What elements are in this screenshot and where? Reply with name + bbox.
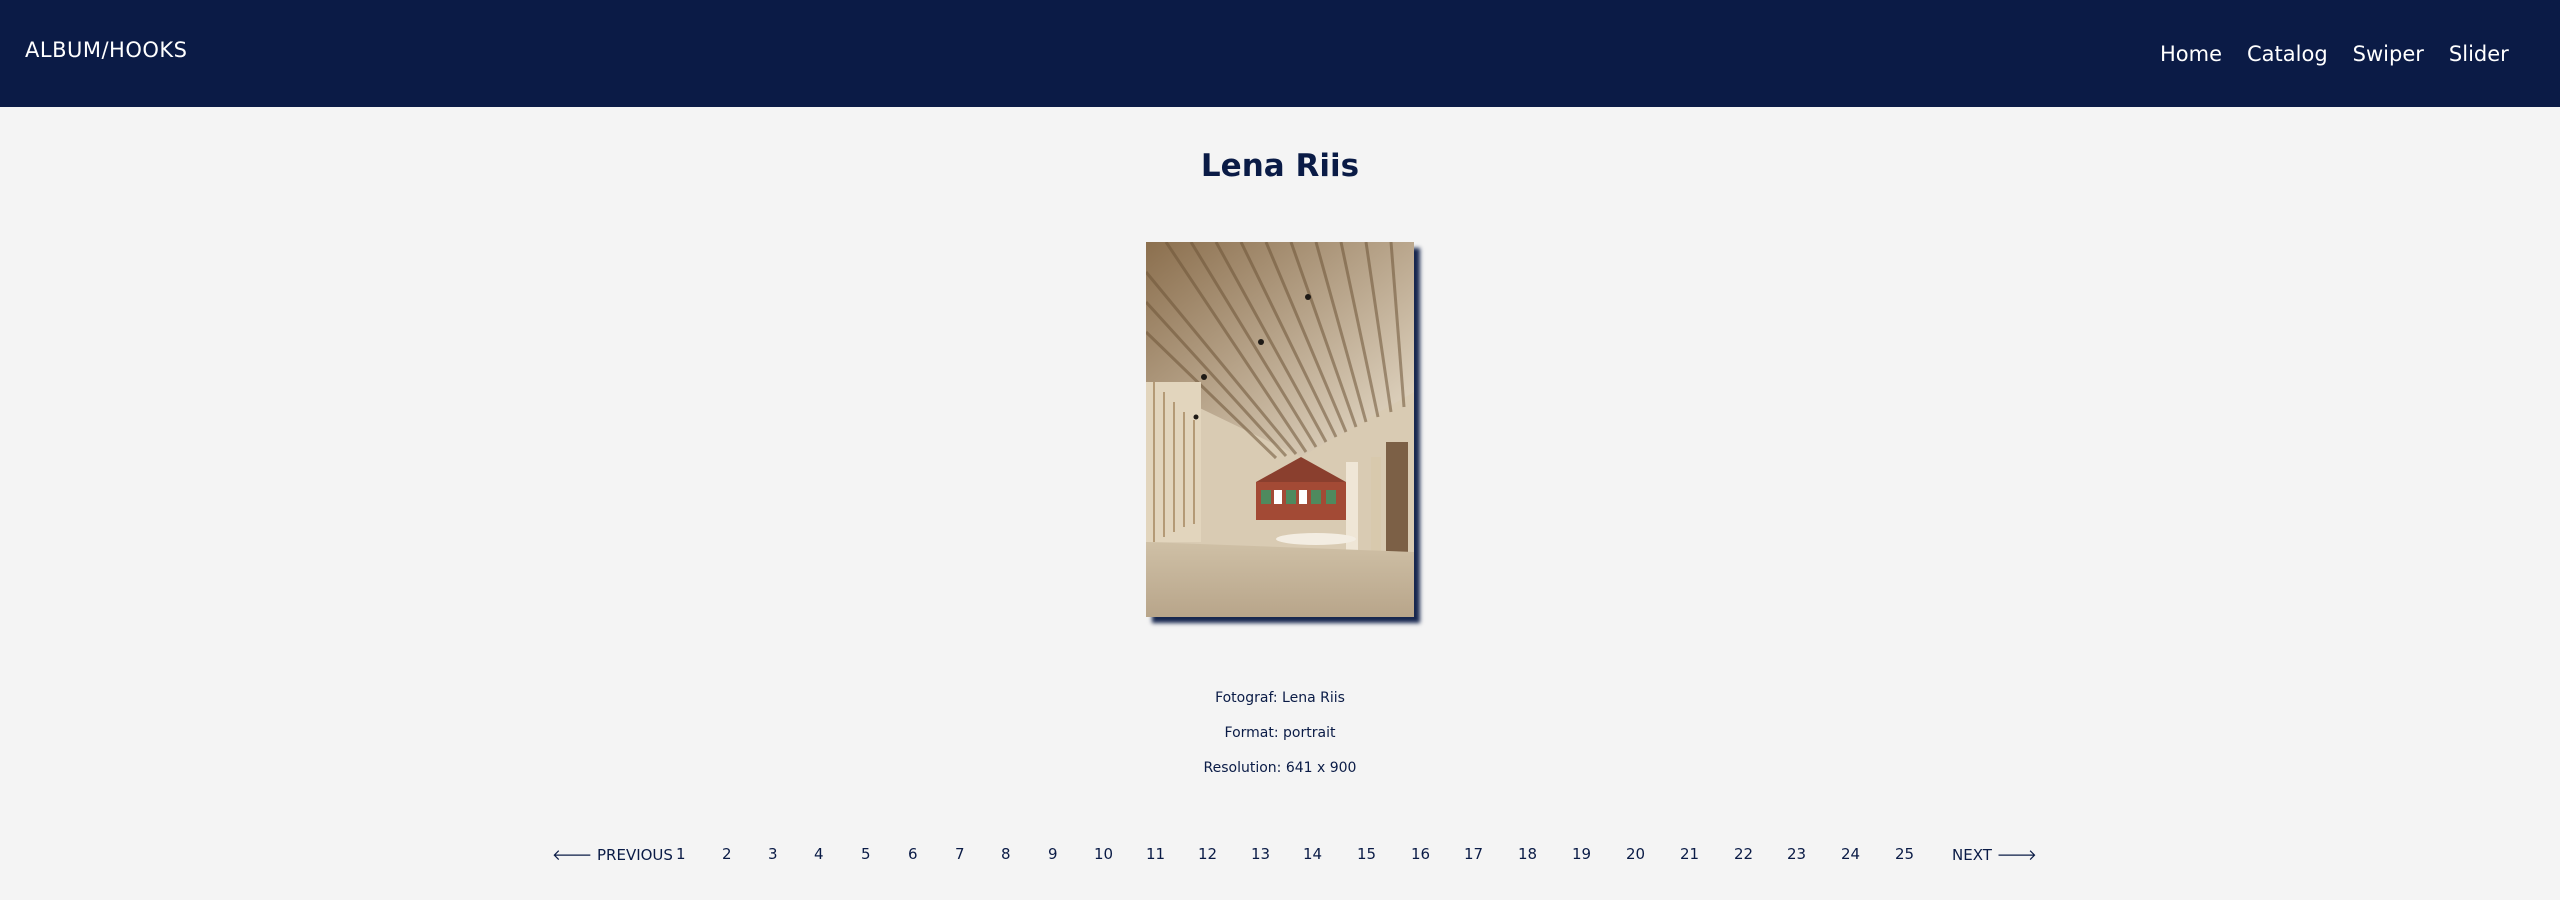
next-page-button[interactable]: NEXT 🡒 bbox=[1952, 845, 2037, 864]
page-link-5[interactable]: 5 bbox=[861, 845, 871, 863]
page-link-8[interactable]: 8 bbox=[1001, 845, 1011, 863]
page-link-10[interactable]: 10 bbox=[1094, 845, 1113, 863]
resolution-text: Resolution: 641 x 900 bbox=[1203, 760, 1357, 776]
main-nav: Home Catalog Swiper Slider bbox=[2160, 42, 2509, 66]
nav-link-catalog[interactable]: Catalog bbox=[2247, 42, 2328, 66]
page-link-19[interactable]: 19 bbox=[1572, 845, 1591, 863]
page-link-3[interactable]: 3 bbox=[768, 845, 778, 863]
page-link-11[interactable]: 11 bbox=[1146, 845, 1165, 863]
page-link-13[interactable]: 13 bbox=[1251, 845, 1270, 863]
page-link-20[interactable]: 20 bbox=[1626, 845, 1645, 863]
page-link-4[interactable]: 4 bbox=[814, 845, 824, 863]
format-text: Format: portrait bbox=[1224, 725, 1336, 741]
page-link-1[interactable]: 1 bbox=[676, 845, 686, 863]
page-link-16[interactable]: 16 bbox=[1411, 845, 1430, 863]
page-link-6[interactable]: 6 bbox=[908, 845, 918, 863]
page-link-17[interactable]: 17 bbox=[1464, 845, 1483, 863]
top-bar: ALBUM/HOOKS Home Catalog Swiper Slider bbox=[0, 0, 2560, 107]
previous-page-button[interactable]: 🡐 PREVIOUS bbox=[552, 845, 673, 864]
page-link-7[interactable]: 7 bbox=[955, 845, 965, 863]
page-link-12[interactable]: 12 bbox=[1198, 845, 1217, 863]
page-link-18[interactable]: 18 bbox=[1518, 845, 1537, 863]
page-link-23[interactable]: 23 bbox=[1787, 845, 1806, 863]
page-link-21[interactable]: 21 bbox=[1680, 845, 1699, 863]
page-title: Lena Riis bbox=[1200, 148, 1360, 184]
brand-link[interactable]: ALBUM/HOOKS bbox=[25, 38, 188, 62]
nav-link-swiper[interactable]: Swiper bbox=[2353, 42, 2424, 66]
photo-image[interactable] bbox=[1146, 242, 1414, 617]
page-link-25[interactable]: 25 bbox=[1895, 845, 1914, 863]
nav-link-slider[interactable]: Slider bbox=[2449, 42, 2509, 66]
photographer-text: Fotograf: Lena Riis bbox=[1215, 690, 1345, 706]
page-link-9[interactable]: 9 bbox=[1048, 845, 1058, 863]
page-link-14[interactable]: 14 bbox=[1303, 845, 1322, 863]
pagination: 🡐 PREVIOUS 1 2 3 4 5 6 7 8 9 10 11 12 13… bbox=[0, 845, 2560, 865]
page-link-2[interactable]: 2 bbox=[722, 845, 732, 863]
page-link-15[interactable]: 15 bbox=[1357, 845, 1376, 863]
nav-link-home[interactable]: Home bbox=[2160, 42, 2222, 66]
page-link-22[interactable]: 22 bbox=[1734, 845, 1753, 863]
page-link-24[interactable]: 24 bbox=[1841, 845, 1860, 863]
